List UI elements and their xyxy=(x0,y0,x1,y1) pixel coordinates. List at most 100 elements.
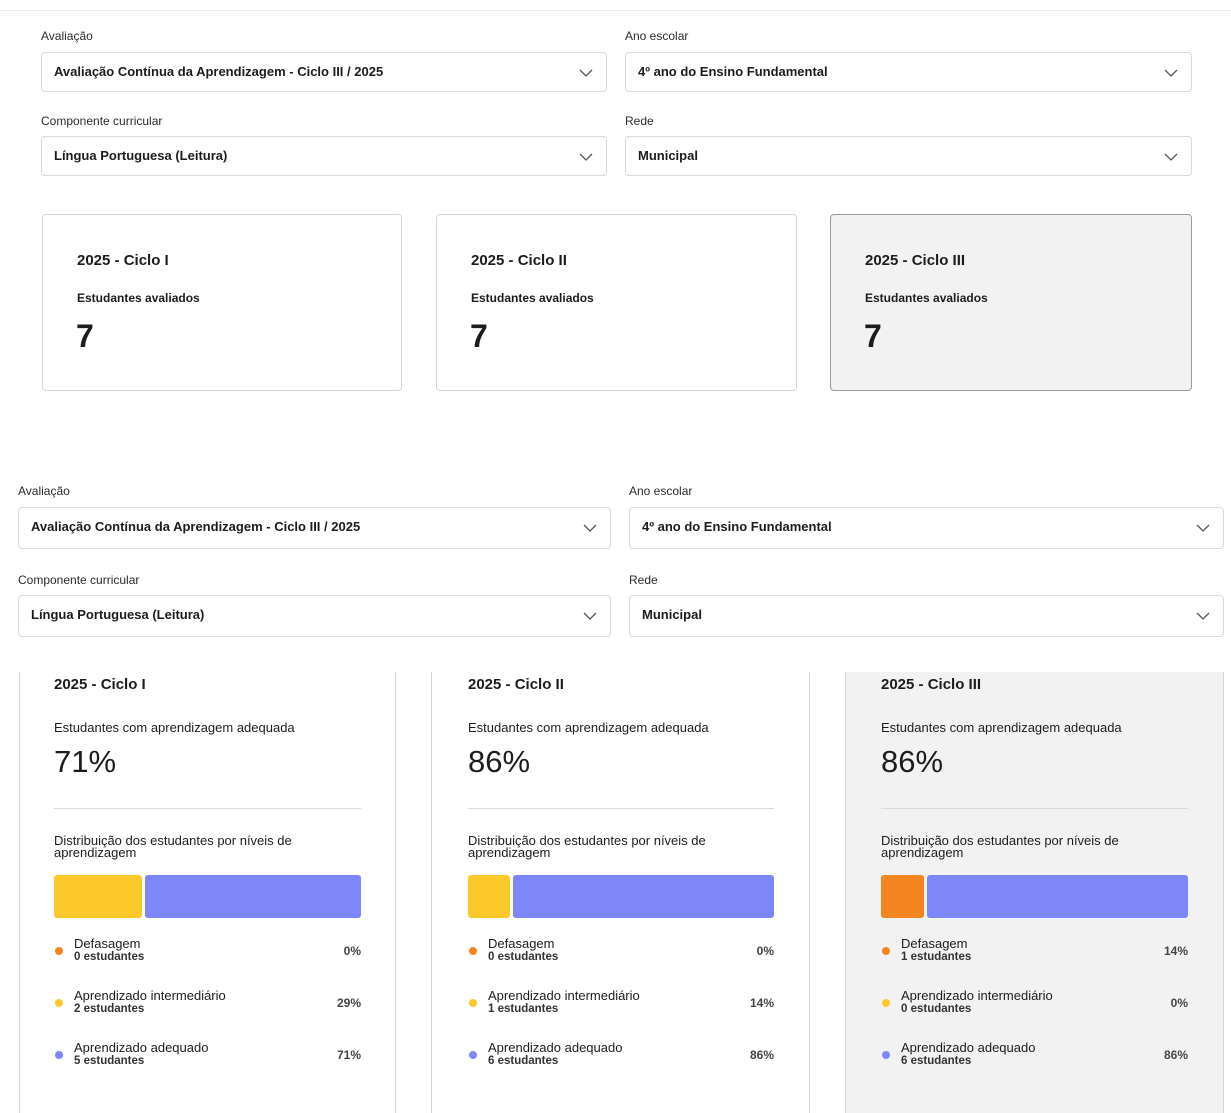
level-percent: 86% xyxy=(749,1048,774,1062)
level-count: 5 estudantes xyxy=(74,1055,145,1067)
distribution-bar xyxy=(881,875,1188,918)
level-label: Aprendizado intermediário xyxy=(488,988,640,1003)
legend-defasagem: Defasagem 1 estudantes 14% xyxy=(881,936,1188,966)
select-value: 4º ano do Ensino Fundamental xyxy=(638,64,828,79)
filter-ano-escolar-top: Ano escolar 4º ano do Ensino Fundamental xyxy=(625,29,1192,93)
filter-ano-escolar-bottom: Ano escolar 4º ano do Ensino Fundamental xyxy=(629,484,1224,550)
level-count: 0 estudantes xyxy=(901,1003,972,1015)
level-percent: 29% xyxy=(336,996,361,1010)
filter-rede-top: Rede Municipal xyxy=(625,114,1192,178)
level-label: Aprendizado intermediário xyxy=(74,988,226,1003)
card-subtitle: Estudantes com aprendizagem adequada xyxy=(54,720,295,735)
legend-intermediario: Aprendizado intermediário 0 estudantes 0… xyxy=(881,988,1188,1018)
filter-componente-top: Componente curricular Língua Portuguesa … xyxy=(41,114,607,178)
legend-defasagem: Defasagem 0 estudantes 0% xyxy=(54,936,361,966)
card-title: 2025 - Ciclo III xyxy=(881,676,982,693)
componente-select[interactable]: Língua Portuguesa (Leitura) xyxy=(41,136,607,176)
filter-rede-bottom: Rede Municipal xyxy=(629,573,1224,639)
filter-avaliacao-bottom: Avaliação Avaliação Contínua da Aprendiz… xyxy=(18,484,611,550)
card-divider xyxy=(881,808,1188,809)
adequate-percent: 71% xyxy=(54,744,117,779)
legend-intermediario: Aprendizado intermediário 2 estudantes 2… xyxy=(54,988,361,1018)
filter-label: Avaliação xyxy=(41,29,93,43)
card-title: 2025 - Ciclo I xyxy=(54,676,146,693)
filter-componente-bottom: Componente curricular Língua Portuguesa … xyxy=(18,573,611,639)
distribution-bar xyxy=(54,875,361,918)
adequate-percent: 86% xyxy=(881,744,944,779)
componente-select[interactable]: Língua Portuguesa (Leitura) xyxy=(18,595,611,637)
card-body: 2025 - Ciclo III Estudantes com aprendiz… xyxy=(881,672,1188,1113)
legend-intermediario: Aprendizado intermediário 1 estudantes 1… xyxy=(468,988,774,1018)
ano-escolar-select[interactable]: 4º ano do Ensino Fundamental xyxy=(625,52,1192,92)
level-label: Defasagem xyxy=(74,936,141,951)
level-percent: 0% xyxy=(1170,996,1188,1010)
card-divider xyxy=(468,808,774,809)
dist-card-ciclo-1[interactable]: 2025 - Ciclo I Estudantes com aprendizag… xyxy=(19,672,396,1113)
select-value: Língua Portuguesa (Leitura) xyxy=(54,148,228,163)
filter-label: Rede xyxy=(629,573,658,587)
filter-label: Rede xyxy=(625,114,654,128)
card-body: 2025 - Ciclo I Estudantes com aprendizag… xyxy=(54,672,361,1113)
rede-select[interactable]: Municipal xyxy=(625,136,1192,176)
select-value: Municipal xyxy=(638,148,698,163)
chevron-down-icon xyxy=(1195,608,1211,624)
ano-escolar-select[interactable]: 4º ano do Ensino Fundamental xyxy=(629,507,1224,549)
level-label: Aprendizado intermediário xyxy=(901,988,1053,1003)
count-card-ciclo-3[interactable]: 2025 - Ciclo III Estudantes avaliados 7 xyxy=(830,214,1192,391)
select-value: 4º ano do Ensino Fundamental xyxy=(642,519,832,534)
defasagem-dot xyxy=(55,947,63,955)
card-body: 2025 - Ciclo II Estudantes com aprendiza… xyxy=(468,672,774,1113)
level-label: Aprendizado adequado xyxy=(488,1040,623,1055)
students-count: 7 xyxy=(470,318,488,354)
level-percent: 14% xyxy=(1163,944,1188,958)
defasagem-dot xyxy=(469,947,477,955)
select-value: Avaliação Contínua da Aprendizagem - Cic… xyxy=(31,519,361,534)
distribution-bar xyxy=(468,875,774,918)
level-percent: 71% xyxy=(336,1048,361,1062)
level-label: Aprendizado adequado xyxy=(901,1040,1036,1055)
level-percent: 0% xyxy=(756,944,774,958)
intermediario-dot xyxy=(882,999,890,1007)
card-subtitle: Estudantes com aprendizagem adequada xyxy=(881,720,1122,735)
avaliacao-select[interactable]: Avaliação Contínua da Aprendizagem - Cic… xyxy=(41,52,607,92)
distribution-title: Distribuição dos estudantes por níveis d… xyxy=(468,833,706,860)
filter-label: Avaliação xyxy=(18,484,70,498)
card-divider xyxy=(54,808,361,809)
card-title: 2025 - Ciclo II xyxy=(468,676,564,693)
dist-card-ciclo-2[interactable]: 2025 - Ciclo II Estudantes com aprendiza… xyxy=(431,672,810,1113)
select-value: Avaliação Contínua da Aprendizagem - Cic… xyxy=(54,64,384,79)
dist-card-ciclo-3[interactable]: 2025 - Ciclo III Estudantes com aprendiz… xyxy=(845,672,1224,1113)
bar-segment-adequado xyxy=(145,875,361,918)
distribution-title: Distribuição dos estudantes por níveis d… xyxy=(54,833,292,860)
level-label: Defasagem xyxy=(488,936,555,951)
count-card-ciclo-1[interactable]: 2025 - Ciclo I Estudantes avaliados 7 xyxy=(42,214,402,391)
top-divider xyxy=(0,10,1231,11)
avaliacao-select[interactable]: Avaliação Contínua da Aprendizagem - Cic… xyxy=(18,507,611,549)
card-title: 2025 - Ciclo III xyxy=(865,252,966,269)
bar-segment-adequado xyxy=(927,875,1188,918)
level-percent: 14% xyxy=(749,996,774,1010)
chevron-down-icon xyxy=(1163,149,1179,165)
legend-adequado: Aprendizado adequado 5 estudantes 71% xyxy=(54,1040,361,1070)
intermediario-dot xyxy=(55,999,63,1007)
chevron-down-icon xyxy=(578,65,594,81)
filter-label: Ano escolar xyxy=(625,29,689,43)
rede-select[interactable]: Municipal xyxy=(629,595,1224,637)
students-count: 7 xyxy=(864,318,882,354)
bar-segment-defasagem xyxy=(881,875,924,918)
filter-avaliacao-top: Avaliação Avaliação Contínua da Aprendiz… xyxy=(41,29,607,93)
chevron-down-icon xyxy=(1163,65,1179,81)
bar-segment-adequado xyxy=(513,875,774,918)
adequado-dot xyxy=(469,1051,477,1059)
legend-adequado: Aprendizado adequado 6 estudantes 86% xyxy=(468,1040,774,1070)
count-card-ciclo-2[interactable]: 2025 - Ciclo II Estudantes avaliados 7 xyxy=(436,214,797,391)
level-count: 1 estudantes xyxy=(488,1003,559,1015)
card-title: 2025 - Ciclo II xyxy=(471,252,567,269)
defasagem-dot xyxy=(882,947,890,955)
level-label: Aprendizado adequado xyxy=(74,1040,209,1055)
chevron-down-icon xyxy=(582,520,598,536)
select-value: Língua Portuguesa (Leitura) xyxy=(31,607,205,622)
distribution-title: Distribuição dos estudantes por níveis d… xyxy=(881,833,1119,860)
level-count: 0 estudantes xyxy=(488,951,559,963)
adequado-dot xyxy=(55,1051,63,1059)
